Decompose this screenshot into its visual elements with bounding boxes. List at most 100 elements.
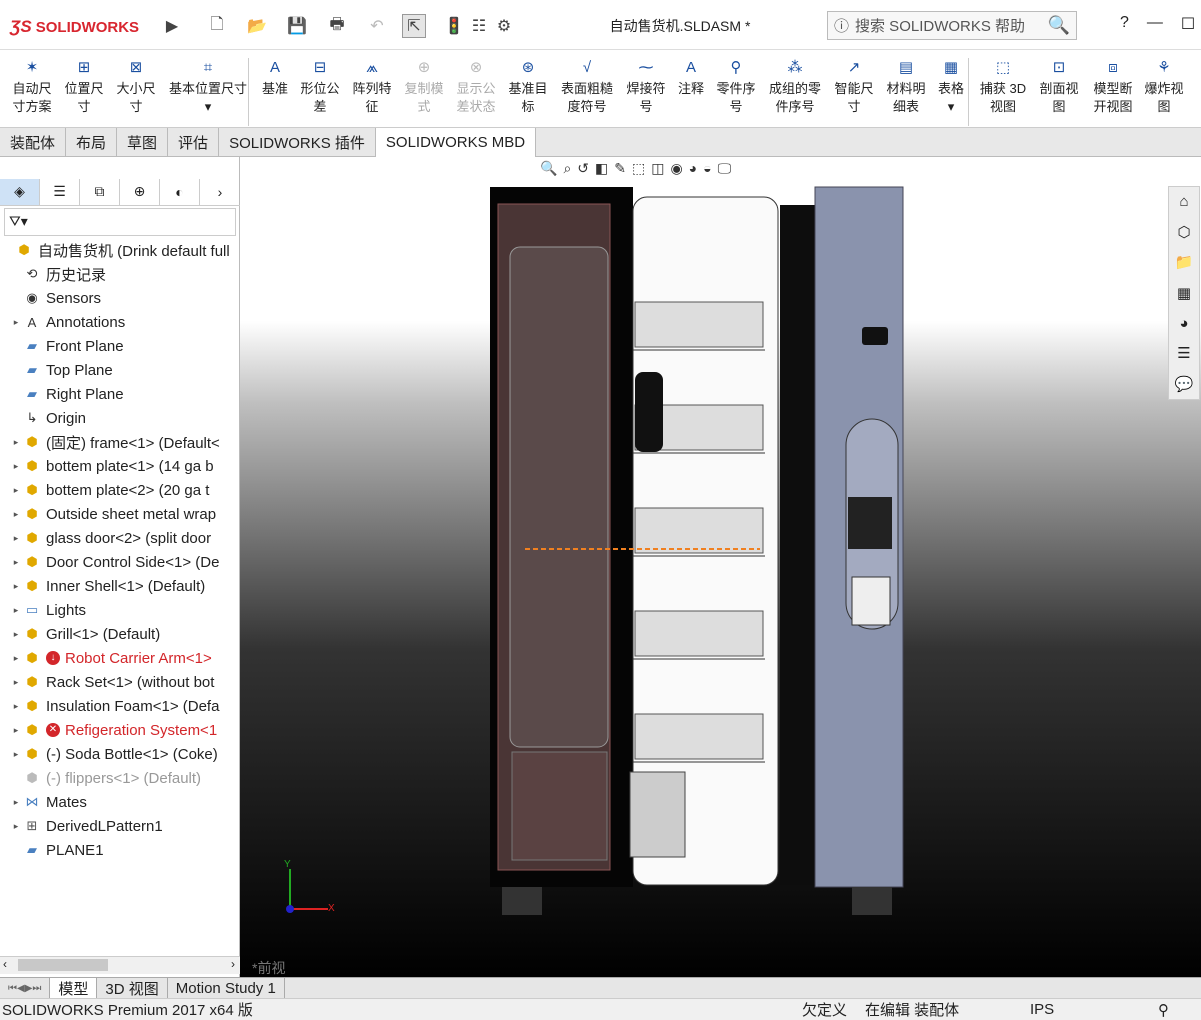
tree-item[interactable]: ▸ ⬢ Door Control Side<1> (De (0, 550, 238, 574)
expand-arrow-icon[interactable]: ▸ (10, 653, 22, 664)
tree-item[interactable]: ▸ ⬢ bottem plate<1> (14 ga b (0, 454, 238, 478)
tab-4[interactable]: SOLIDWORKS 插件 (219, 128, 376, 157)
edit-appearance-icon[interactable]: ◕ (689, 160, 697, 177)
forum-icon[interactable]: 💬 (1175, 375, 1194, 393)
configuration-manager-tab-icon[interactable]: ⧉ (80, 178, 120, 205)
previous-view-icon[interactable]: ↺ (577, 160, 589, 177)
search-icon[interactable]: 🔍 (1048, 15, 1076, 36)
view-palette-icon[interactable]: ▦ (1177, 284, 1191, 302)
tree-item[interactable]: ▸ A Annotations (0, 310, 238, 334)
expand-arrow-icon[interactable]: ▸ (10, 509, 22, 520)
tree-item[interactable]: ▰ Right Plane (0, 382, 238, 406)
ribbon-button-auto-dimension[interactable]: ✶ 自动尺 寸方案 (8, 56, 56, 116)
expand-arrow-icon[interactable]: ▸ (10, 701, 22, 712)
ribbon-button-size-dimension[interactable]: ⊠ 大小尺寸 (112, 56, 160, 116)
tree-item[interactable]: ◉ Sensors (0, 286, 238, 310)
ribbon-button-exploded-view[interactable]: ⚘ 爆炸视图 (1140, 56, 1188, 116)
solidworks-logo[interactable]: ƷS SOLIDWORKS (10, 10, 155, 44)
section-view-icon[interactable]: ◧ (595, 160, 608, 177)
ribbon-button-model-break-view[interactable]: ⧈ 模型断 开视图 (1087, 56, 1139, 116)
zoom-to-fit-icon[interactable]: 🔍 (540, 160, 557, 177)
expand-arrow-icon[interactable]: ▸ (10, 629, 22, 640)
ribbon-button-weld-symbol[interactable]: ⁓ 焊接符号 (622, 56, 670, 116)
search-input[interactable]: 搜索 SOLIDWORKS 帮助 (855, 15, 1042, 36)
bottom-tab-0[interactable]: 模型 (50, 977, 98, 999)
tree-item[interactable]: ▸ ⬢ Inner Shell<1> (Default) (0, 574, 238, 598)
view-settings-icon[interactable]: 🖵 (718, 160, 732, 177)
scroll-thumb[interactable] (18, 959, 108, 971)
property-manager-tab-icon[interactable]: ☰ (40, 178, 80, 205)
menu-expand-icon[interactable]: ▶ (160, 14, 184, 38)
expand-arrow-icon[interactable]: ▸ (10, 317, 22, 328)
rebuild-icon[interactable]: 🚦 (442, 14, 466, 38)
ribbon-button-basic-location[interactable]: ⌗ 基本位置尺寸 ▾ (165, 56, 251, 116)
expand-arrow-icon[interactable]: ▸ (10, 461, 22, 472)
zoom-area-icon[interactable]: ⌕ (563, 160, 571, 177)
help-button[interactable]: ? (1120, 14, 1129, 34)
tree-item[interactable]: ▸ ⬢ (-) Soda Bottle<1> (Coke) (0, 742, 238, 766)
view-orientation-icon[interactable]: ⬚ (632, 160, 645, 177)
ribbon-button-balloon[interactable]: ⚲ 零件序号 (712, 56, 760, 116)
hide-show-icon[interactable]: ◉ (670, 160, 682, 177)
custom-properties-icon[interactable]: ☰ (1177, 344, 1190, 362)
expand-arrow-icon[interactable]: ▸ (10, 437, 22, 448)
scroll-right-icon[interactable]: › (231, 957, 235, 971)
ribbon-button-section-view[interactable]: ⊡ 剖面视图 (1035, 56, 1083, 116)
expand-arrow-icon[interactable]: ▸ (10, 581, 22, 592)
expand-arrow-icon[interactable]: ▸ (10, 533, 22, 544)
save-icon[interactable]: 💾 (285, 14, 309, 38)
tree-item[interactable]: ▸ ⬢ Rack Set<1> (without bot (0, 670, 238, 694)
expand-arrow-icon[interactable]: ▸ (10, 677, 22, 688)
tree-item[interactable]: ▰ Front Plane (0, 334, 238, 358)
tab-5[interactable]: SOLIDWORKS MBD (375, 128, 537, 157)
expand-arrow-icon[interactable]: ▸ (10, 749, 22, 760)
tree-item[interactable]: ▸ ⬢ Insulation Foam<1> (Defa (0, 694, 238, 718)
tree-item[interactable]: ▰ Top Plane (0, 358, 238, 382)
horizontal-scrollbar[interactable]: ‹ › (0, 956, 240, 974)
expand-arrow-icon[interactable]: ▸ (10, 605, 22, 616)
print-icon[interactable]: 🖶 (325, 14, 349, 38)
bottom-tab-2[interactable]: Motion Study 1 (168, 977, 285, 999)
file-explorer-icon[interactable]: 📁 (1175, 253, 1194, 271)
tree-item[interactable]: ⬢ 自动售货机 (Drink default full (0, 238, 238, 262)
tab-1[interactable]: 布局 (66, 128, 118, 157)
graphics-area[interactable]: Y X (240, 157, 1201, 977)
tree-item[interactable]: ▸ ⬢ Grill<1> (Default) (0, 622, 238, 646)
panel-expand-icon[interactable]: › (200, 179, 240, 205)
ribbon-button-stacked-balloon[interactable]: ⁂ 成组的零 件序号 (764, 56, 826, 116)
tree-item[interactable]: ⟲ 历史记录 (0, 262, 238, 286)
tree-item[interactable]: ▸ ⬢ ↓ Robot Carrier Arm<1> (0, 646, 238, 670)
appearances-icon[interactable]: ◕ (1179, 315, 1188, 332)
minimize-button[interactable]: — (1147, 14, 1163, 34)
file-properties-icon[interactable]: ☷ (467, 14, 491, 38)
dynamic-annotation-icon[interactable]: ✎ (614, 160, 626, 177)
tree-item[interactable]: ↳ Origin (0, 406, 238, 430)
expand-arrow-icon[interactable]: ▸ (10, 797, 22, 808)
ribbon-button-location-dimension[interactable]: ⊞ 位置尺寸 (60, 56, 108, 116)
notification-icon[interactable]: ⚲ (1158, 1001, 1169, 1019)
tree-item[interactable]: ▸ ⬢ glass door<2> (split door (0, 526, 238, 550)
tab-2[interactable]: 草图 (117, 128, 169, 157)
new-document-icon[interactable]: 🗋 (205, 14, 229, 38)
tree-filter[interactable]: ⛛▾ (4, 208, 236, 236)
options-gear-icon[interactable]: ⚙ (492, 14, 516, 38)
maximize-button[interactable]: ☐ (1181, 14, 1195, 34)
apply-scene-icon[interactable]: ◒ (703, 160, 711, 177)
solidworks-resources-icon[interactable]: ⌂ (1179, 193, 1188, 210)
ribbon-button-datum-target[interactable]: ⊛ 基准目标 (504, 56, 552, 116)
expand-arrow-icon[interactable]: ▸ (10, 485, 22, 496)
dimxpert-tab-icon[interactable]: ⊕ (120, 178, 160, 205)
tab-0[interactable]: 装配体 (0, 128, 67, 157)
open-document-icon[interactable]: 📂 (245, 14, 269, 38)
expand-arrow-icon[interactable]: ▸ (10, 821, 22, 832)
ribbon-button-capture-3d-view[interactable]: ⬚ 捕获 3D 视图 (975, 56, 1031, 116)
ribbon-button-note[interactable]: A 注释 (674, 56, 708, 98)
ribbon-button-geometric-tolerance[interactable]: ⊟ 形位公差 (296, 56, 344, 116)
ribbon-button-show-tolerance[interactable]: ⊗ 显示公 差状态 (452, 56, 500, 116)
scroll-left-icon[interactable]: ‹ (3, 957, 7, 971)
ribbon-button-copy-scheme[interactable]: ⊕ 复制模式 (400, 56, 448, 116)
tab-3[interactable]: 评估 (168, 128, 220, 157)
tree-item[interactable]: ▰ PLANE1 (0, 838, 238, 862)
undo-icon[interactable]: ↶ (365, 14, 389, 38)
ribbon-button-smart-dimension[interactable]: ↗ 智能尺寸 (830, 56, 878, 116)
